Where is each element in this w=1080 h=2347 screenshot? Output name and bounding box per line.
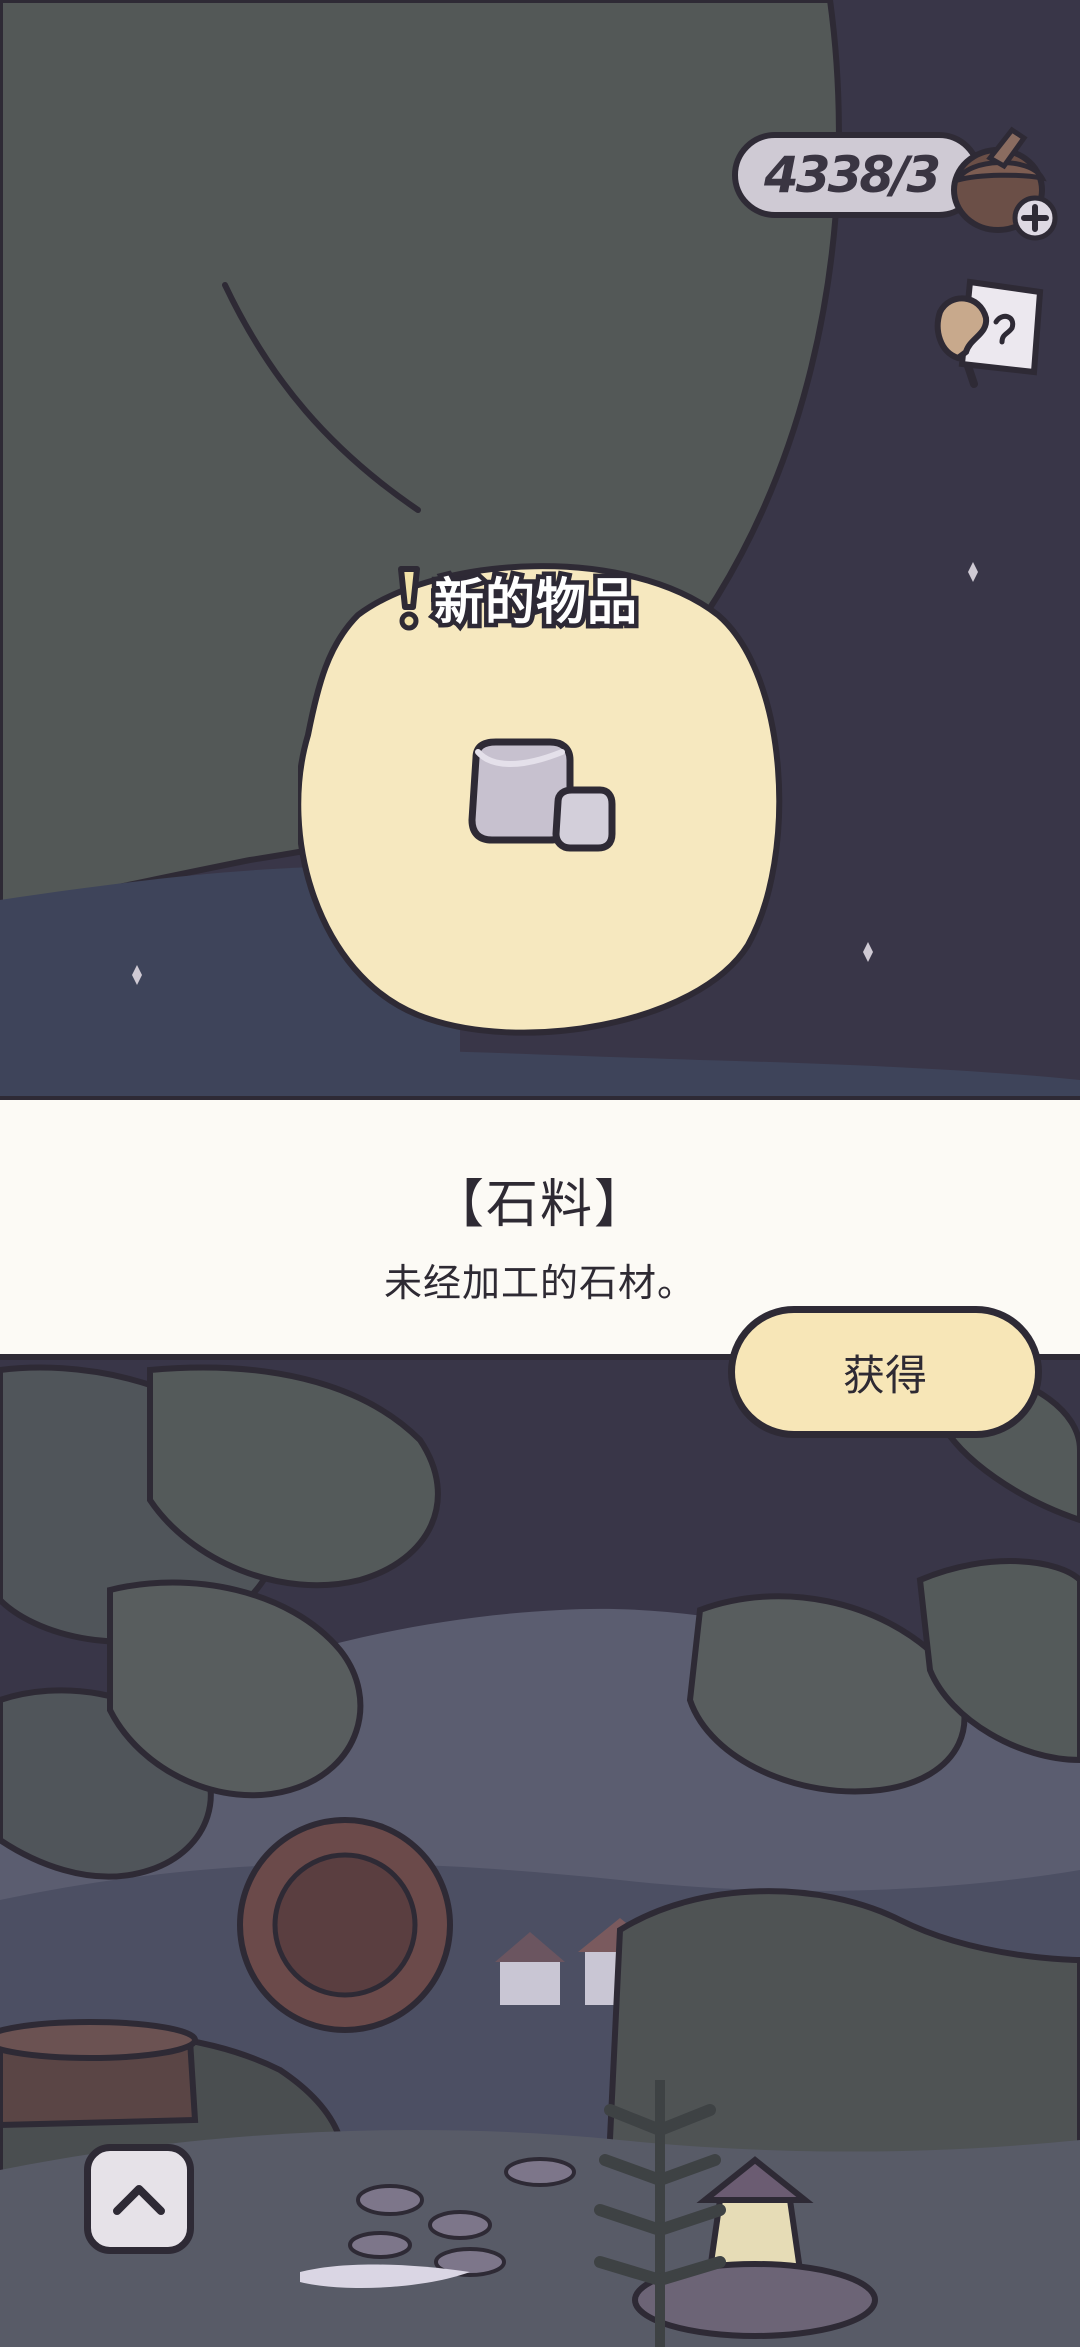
notes-icon[interactable] — [930, 272, 1050, 390]
chevron-up-icon — [113, 2185, 165, 2215]
item-description: 未经加工的石材。 — [383, 1261, 696, 1305]
currency-amount: 4338/3 — [764, 146, 941, 204]
game-scene: 4338/3 新的物品 【石料】 未经加工的石材。 获得 — [0, 0, 1080, 2347]
stone-cubes-icon — [468, 738, 616, 852]
exclamation-icon — [398, 566, 420, 631]
currency-counter: 4338/3 — [732, 132, 982, 218]
new-item-label: 新的物品 — [430, 569, 642, 636]
acorn-plus-icon[interactable] — [950, 118, 1060, 248]
expand-menu-button[interactable] — [84, 2144, 194, 2254]
new-item-badge: 新的物品 — [392, 560, 642, 636]
obtain-button[interactable]: 获得 — [728, 1306, 1042, 1438]
item-name: 【石料】 — [431, 1175, 648, 1235]
